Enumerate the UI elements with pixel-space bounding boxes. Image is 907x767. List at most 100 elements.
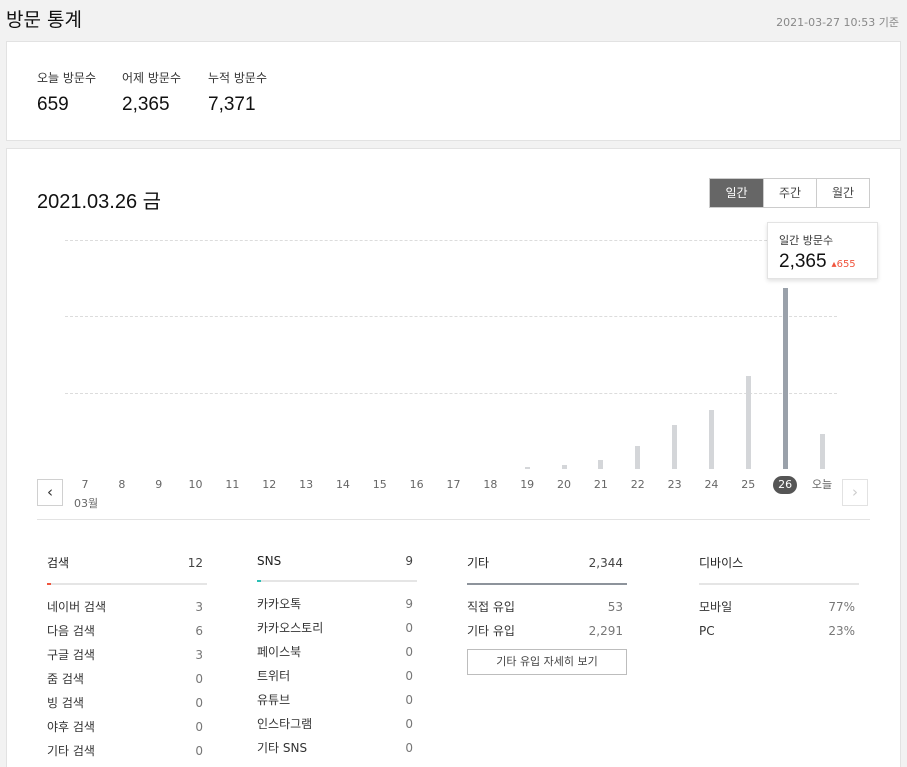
list-item-value: 9 bbox=[405, 597, 413, 611]
chart-bar[interactable] bbox=[782, 287, 788, 469]
list-item-value: 0 bbox=[405, 621, 413, 635]
list-item: 구글 검색 3 bbox=[47, 643, 207, 667]
sns-accent bbox=[257, 580, 261, 582]
list-item: 기타 검색 0 bbox=[47, 739, 207, 763]
list-item-label: 카카오톡 bbox=[257, 597, 302, 611]
x-tick-label[interactable]: 22 bbox=[623, 477, 653, 493]
etc-detail-button[interactable]: 기타 유입 자세히 보기 bbox=[467, 649, 627, 675]
chart-bar[interactable] bbox=[561, 465, 567, 469]
stat-total: 누적 방문수 7,371 bbox=[208, 69, 267, 116]
stat-label: 누적 방문수 bbox=[208, 71, 268, 85]
x-tick-label[interactable]: 13 bbox=[291, 477, 321, 493]
x-tick-label[interactable]: 오늘 bbox=[807, 477, 837, 493]
referrer-sns: SNS 9 카카오톡 9 카카오스토리 0 페이스북 0 트위터 0 유튜브 0 인스타그램 0 기타 … bbox=[257, 554, 417, 760]
list-item-label: 유튜브 bbox=[257, 693, 291, 707]
list-item-label: 직접 유입 bbox=[467, 600, 515, 614]
list-item-label: 기타 검색 bbox=[47, 744, 95, 758]
stat-label: 어제 방문수 bbox=[122, 71, 182, 85]
etc-rows: 직접 유입 53 기타 유입 2,291 bbox=[467, 585, 627, 643]
tooltip-delta: ▴655 bbox=[831, 259, 856, 270]
x-tick-label[interactable]: 26 bbox=[773, 476, 798, 494]
x-tick-label[interactable]: 9 bbox=[144, 477, 174, 493]
list-item-value: 2,291 bbox=[588, 624, 623, 638]
list-item-value: 0 bbox=[405, 717, 413, 731]
list-item-value: 0 bbox=[405, 669, 413, 683]
list-item: 직접 유입 53 bbox=[467, 595, 627, 619]
list-item-value: 23% bbox=[828, 624, 855, 638]
chart-next-button[interactable]: › bbox=[842, 479, 868, 506]
tab-monthly[interactable]: 월간 bbox=[816, 179, 869, 207]
list-item: PC 23% bbox=[699, 619, 859, 643]
stat-label: 오늘 방문수 bbox=[37, 71, 97, 85]
x-tick-label[interactable]: 8 bbox=[107, 477, 137, 493]
divider bbox=[37, 519, 870, 520]
search-header: 검색 12 bbox=[47, 554, 207, 585]
grid-line bbox=[65, 316, 837, 317]
x-tick-label[interactable]: 24 bbox=[696, 477, 726, 493]
x-tick-label[interactable]: 18 bbox=[475, 477, 505, 493]
sns-header: SNS 9 bbox=[257, 554, 417, 582]
sns-title: SNS bbox=[257, 554, 282, 568]
chevron-right-icon: › bbox=[852, 483, 858, 501]
list-item-value: 77% bbox=[828, 600, 855, 614]
list-item-value: 0 bbox=[195, 720, 203, 734]
search-title: 검색 bbox=[47, 556, 70, 570]
list-item: 카카오스토리 0 bbox=[257, 616, 417, 640]
stat-value: 659 bbox=[37, 94, 69, 115]
chart-bar[interactable] bbox=[819, 433, 825, 469]
list-item-value: 0 bbox=[195, 696, 203, 710]
tab-weekly[interactable]: 주간 bbox=[763, 179, 816, 207]
x-tick-label[interactable]: 10 bbox=[181, 477, 211, 493]
x-tick-label[interactable]: 20 bbox=[549, 477, 579, 493]
x-tick-label[interactable]: 21 bbox=[586, 477, 616, 493]
updated-timestamp: 2021-03-27 10:53 기준 bbox=[776, 16, 899, 29]
list-item-label: 기타 유입 bbox=[467, 624, 515, 638]
list-item-label: 기타 SNS bbox=[257, 741, 308, 755]
search-accent bbox=[47, 583, 51, 585]
x-tick-label[interactable]: 16 bbox=[402, 477, 432, 493]
stat-value: 2,365 bbox=[122, 94, 170, 115]
stat-today: 오늘 방문수 659 bbox=[37, 69, 96, 116]
referrer-device: 디바이스 모바일 77% PC 23% bbox=[699, 554, 859, 643]
list-item-value: 3 bbox=[195, 600, 203, 614]
list-item-label: 트위터 bbox=[257, 669, 291, 683]
list-item: 네이버 검색 3 bbox=[47, 595, 207, 619]
list-item-value: 0 bbox=[195, 672, 203, 686]
list-item-label: 다음 검색 bbox=[47, 624, 95, 638]
list-item: 모바일 77% bbox=[699, 595, 859, 619]
list-item-label: 네이버 검색 bbox=[47, 600, 107, 614]
x-tick-label[interactable]: 11 bbox=[217, 477, 247, 493]
x-tick-label[interactable]: 17 bbox=[439, 477, 469, 493]
device-title: 디바이스 bbox=[699, 556, 744, 570]
list-item: 다음 검색 6 bbox=[47, 619, 207, 643]
period-tabs: 일간 주간 월간 bbox=[709, 178, 870, 208]
x-tick-label[interactable]: 14 bbox=[328, 477, 358, 493]
chart-prev-button[interactable]: ‹ bbox=[37, 479, 63, 506]
list-item-value: 0 bbox=[405, 741, 413, 755]
chart-bar[interactable] bbox=[598, 459, 604, 469]
list-item-label: 빙 검색 bbox=[47, 696, 84, 710]
list-item-label: 줌 검색 bbox=[47, 672, 84, 686]
sns-rows: 카카오톡 9 카카오스토리 0 페이스북 0 트위터 0 유튜브 0 인스타그램 0 기타 SNS 0 bbox=[257, 582, 417, 760]
tab-daily[interactable]: 일간 bbox=[710, 179, 763, 207]
list-item: 야후 검색 0 bbox=[47, 715, 207, 739]
chart-bar[interactable] bbox=[672, 425, 678, 469]
etc-header: 기타 2,344 bbox=[467, 554, 627, 585]
x-tick-label[interactable]: 25 bbox=[733, 477, 763, 493]
x-tick-label[interactable]: 19 bbox=[512, 477, 542, 493]
chart-bar[interactable] bbox=[635, 446, 641, 469]
chart-bar[interactable] bbox=[745, 376, 751, 469]
list-item: 트위터 0 bbox=[257, 664, 417, 688]
list-item: 카카오톡 9 bbox=[257, 592, 417, 616]
list-item-label: 인스타그램 bbox=[257, 717, 313, 731]
chart-bar[interactable] bbox=[524, 467, 530, 469]
x-tick-label[interactable]: 23 bbox=[660, 477, 690, 493]
list-item-label: 구글 검색 bbox=[47, 648, 95, 662]
chart-bar[interactable] bbox=[708, 409, 714, 469]
list-item: 빙 검색 0 bbox=[47, 691, 207, 715]
list-item-value: 53 bbox=[607, 600, 623, 614]
x-tick-label[interactable]: 15 bbox=[365, 477, 395, 493]
x-tick-label[interactable]: 12 bbox=[254, 477, 284, 493]
x-tick-label[interactable]: 7 bbox=[70, 477, 100, 493]
summary-card: 오늘 방문수 659 어제 방문수 2,365 누적 방문수 7,371 bbox=[6, 41, 901, 141]
